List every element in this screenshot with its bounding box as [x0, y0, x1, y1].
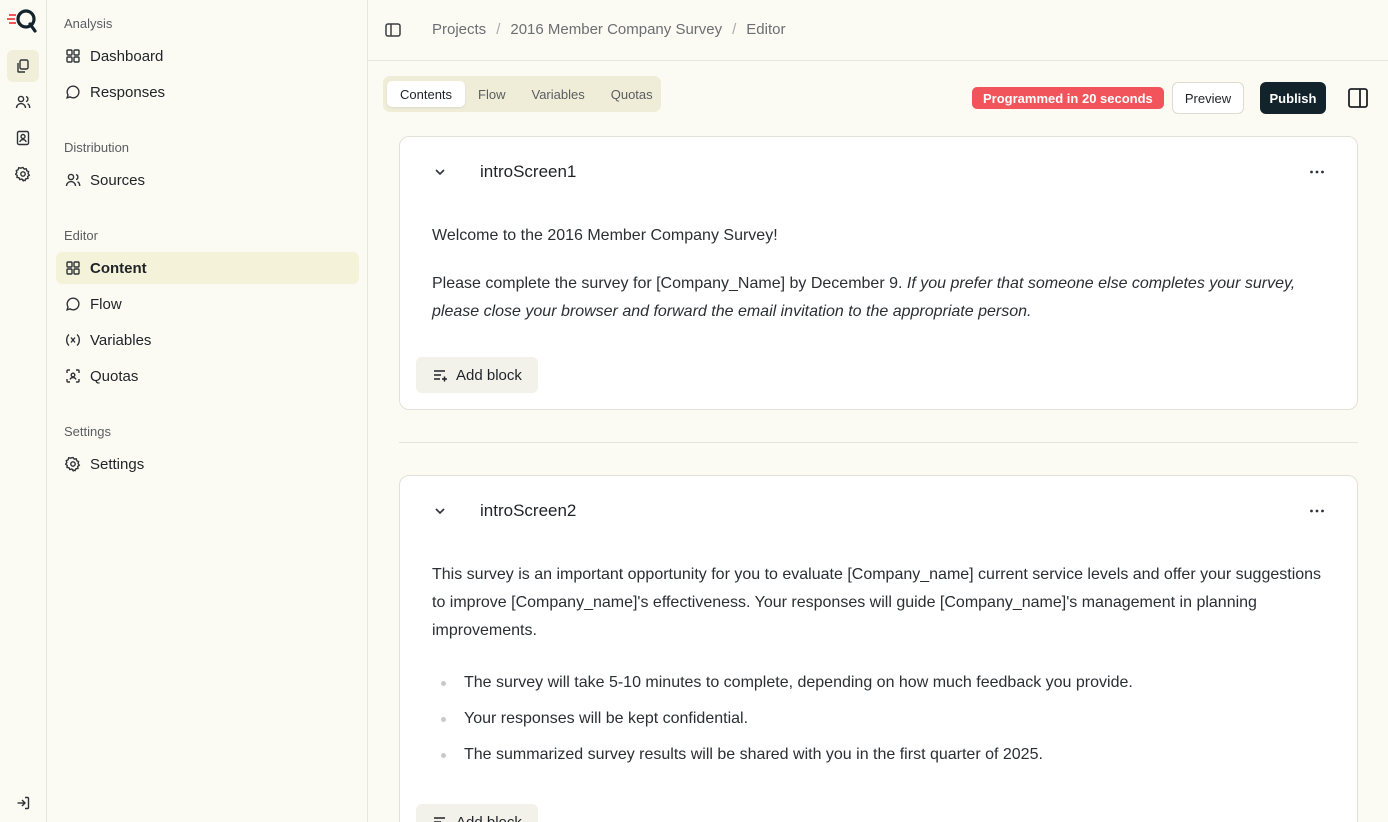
- breadcrumb-survey[interactable]: 2016 Member Company Survey: [510, 21, 722, 38]
- more-horizontal-icon: [1310, 509, 1324, 513]
- block-paragraph: Please complete the survey for [Company_…: [432, 270, 1325, 326]
- collapse-button[interactable]: [432, 164, 448, 180]
- add-block-button[interactable]: Add block: [416, 804, 538, 822]
- status-badge: Programmed in 20 seconds: [972, 87, 1164, 109]
- block-card: introScreen1 Welcome to the 2016 Member …: [399, 136, 1358, 410]
- sidebar-item-label: Sources: [90, 171, 146, 189]
- add-block-button[interactable]: Add block: [416, 357, 538, 393]
- collapse-button[interactable]: [432, 503, 448, 519]
- breadcrumb: Projects / 2016 Member Company Survey / …: [432, 21, 785, 38]
- sidebar-item-label: Content: [90, 259, 147, 277]
- side-panel-icon: [1348, 88, 1368, 108]
- preview-button[interactable]: Preview: [1172, 82, 1244, 114]
- contacts-icon: [16, 130, 30, 146]
- sidebar-item-dashboard[interactable]: Dashboard: [56, 40, 359, 72]
- main-content: Contents Flow Variables Quotas Programme…: [368, 61, 1388, 822]
- icon-rail: [0, 0, 47, 822]
- add-list-icon: [434, 817, 445, 822]
- bullet-list: The survey will take 5-10 minutes to com…: [432, 665, 1325, 773]
- tab-variables[interactable]: Variables: [519, 81, 598, 107]
- editor-tabs: Contents Flow Variables Quotas: [383, 76, 661, 112]
- breadcrumb-editor: Editor: [746, 21, 786, 38]
- more-options-button[interactable]: [1308, 502, 1326, 520]
- sidebar-item-flow[interactable]: Flow: [56, 288, 359, 320]
- sidebar-toggle-icon: [385, 23, 401, 37]
- logo-icon[interactable]: [4, 6, 40, 36]
- grid-icon: [66, 49, 80, 63]
- sidebar-item-label: Settings: [90, 455, 145, 473]
- more-horizontal-icon: [1310, 170, 1324, 174]
- panel-toggle-button[interactable]: [1347, 87, 1369, 109]
- grid-icon: [66, 261, 80, 275]
- block-title[interactable]: introScreen1: [480, 162, 576, 182]
- contacts-rail-button[interactable]: [7, 122, 39, 154]
- list-item: The summarized survey results will be sh…: [432, 737, 1325, 773]
- sidebar-item-responses[interactable]: Responses: [56, 76, 359, 108]
- list-item: The survey will take 5-10 minutes to com…: [432, 665, 1325, 701]
- add-list-icon: [434, 370, 447, 382]
- sidebar-item-quotas[interactable]: Quotas: [56, 360, 359, 392]
- projects-icon: [17, 59, 29, 73]
- sidebar-item-label: Dashboard: [90, 47, 164, 65]
- gear-icon: [65, 456, 81, 472]
- quota-icon: [66, 369, 80, 383]
- variable-icon: [65, 333, 81, 347]
- sidebar-item-settings[interactable]: Settings: [56, 448, 359, 480]
- breadcrumb-separator: /: [732, 21, 737, 38]
- settings-rail-button[interactable]: [7, 158, 39, 190]
- chevron-down-icon: [435, 169, 445, 176]
- chevron-down-icon: [435, 508, 445, 515]
- block-card: introScreen2 This survey is an important…: [399, 475, 1358, 822]
- breadcrumb-projects[interactable]: Projects: [432, 21, 486, 38]
- logout-rail-button[interactable]: [7, 787, 39, 819]
- chat-icon: [66, 297, 80, 311]
- tab-contents[interactable]: Contents: [387, 81, 466, 107]
- tab-flow[interactable]: Flow: [465, 81, 518, 107]
- paragraph-text: Please complete the survey for [Company_…: [432, 275, 907, 292]
- users-icon: [65, 173, 81, 187]
- chat-icon: [66, 85, 80, 99]
- sidebar-toggle-button[interactable]: [384, 21, 402, 39]
- publish-button[interactable]: Publish: [1260, 82, 1326, 114]
- sidebar-item-label: Responses: [90, 83, 166, 101]
- divider: [399, 442, 1358, 443]
- sidebar-item-label: Variables: [90, 331, 152, 349]
- tab-quotas[interactable]: Quotas: [598, 81, 666, 107]
- users-icon: [15, 95, 31, 109]
- top-bar: Projects / 2016 Member Company Survey / …: [368, 0, 1388, 61]
- sidebar-item-sources[interactable]: Sources: [56, 164, 359, 196]
- sidebar-group-editor: Editor: [64, 228, 98, 243]
- sidebar-group-distribution: Distribution: [64, 140, 130, 155]
- sidebar-item-label: Flow: [90, 295, 122, 313]
- users-rail-button[interactable]: [7, 86, 39, 118]
- more-options-button[interactable]: [1308, 163, 1326, 181]
- settings-icon: [15, 166, 31, 182]
- block-title[interactable]: introScreen2: [480, 501, 576, 521]
- sidebar-group-analysis: Analysis: [64, 16, 113, 31]
- sidebar: Analysis Dashboard Responses Distributio…: [47, 0, 368, 822]
- block-body[interactable]: This survey is an important opportunity …: [432, 561, 1325, 773]
- sidebar-item-label: Quotas: [90, 367, 139, 385]
- block-paragraph: This survey is an important opportunity …: [432, 566, 1322, 639]
- sidebar-item-variables[interactable]: Variables: [56, 324, 359, 356]
- sidebar-item-content[interactable]: Content: [56, 252, 359, 284]
- list-item: Your responses will be kept confidential…: [432, 701, 1325, 737]
- projects-rail-button[interactable]: [7, 50, 39, 82]
- block-paragraph: Welcome to the 2016 Member Company Surve…: [432, 227, 778, 244]
- block-body[interactable]: Welcome to the 2016 Member Company Surve…: [432, 222, 1325, 346]
- add-block-label: Add block: [456, 813, 522, 822]
- add-block-label: Add block: [456, 366, 522, 384]
- breadcrumb-separator: /: [496, 21, 501, 38]
- sidebar-group-settings: Settings: [64, 424, 111, 439]
- logout-icon: [17, 796, 30, 810]
